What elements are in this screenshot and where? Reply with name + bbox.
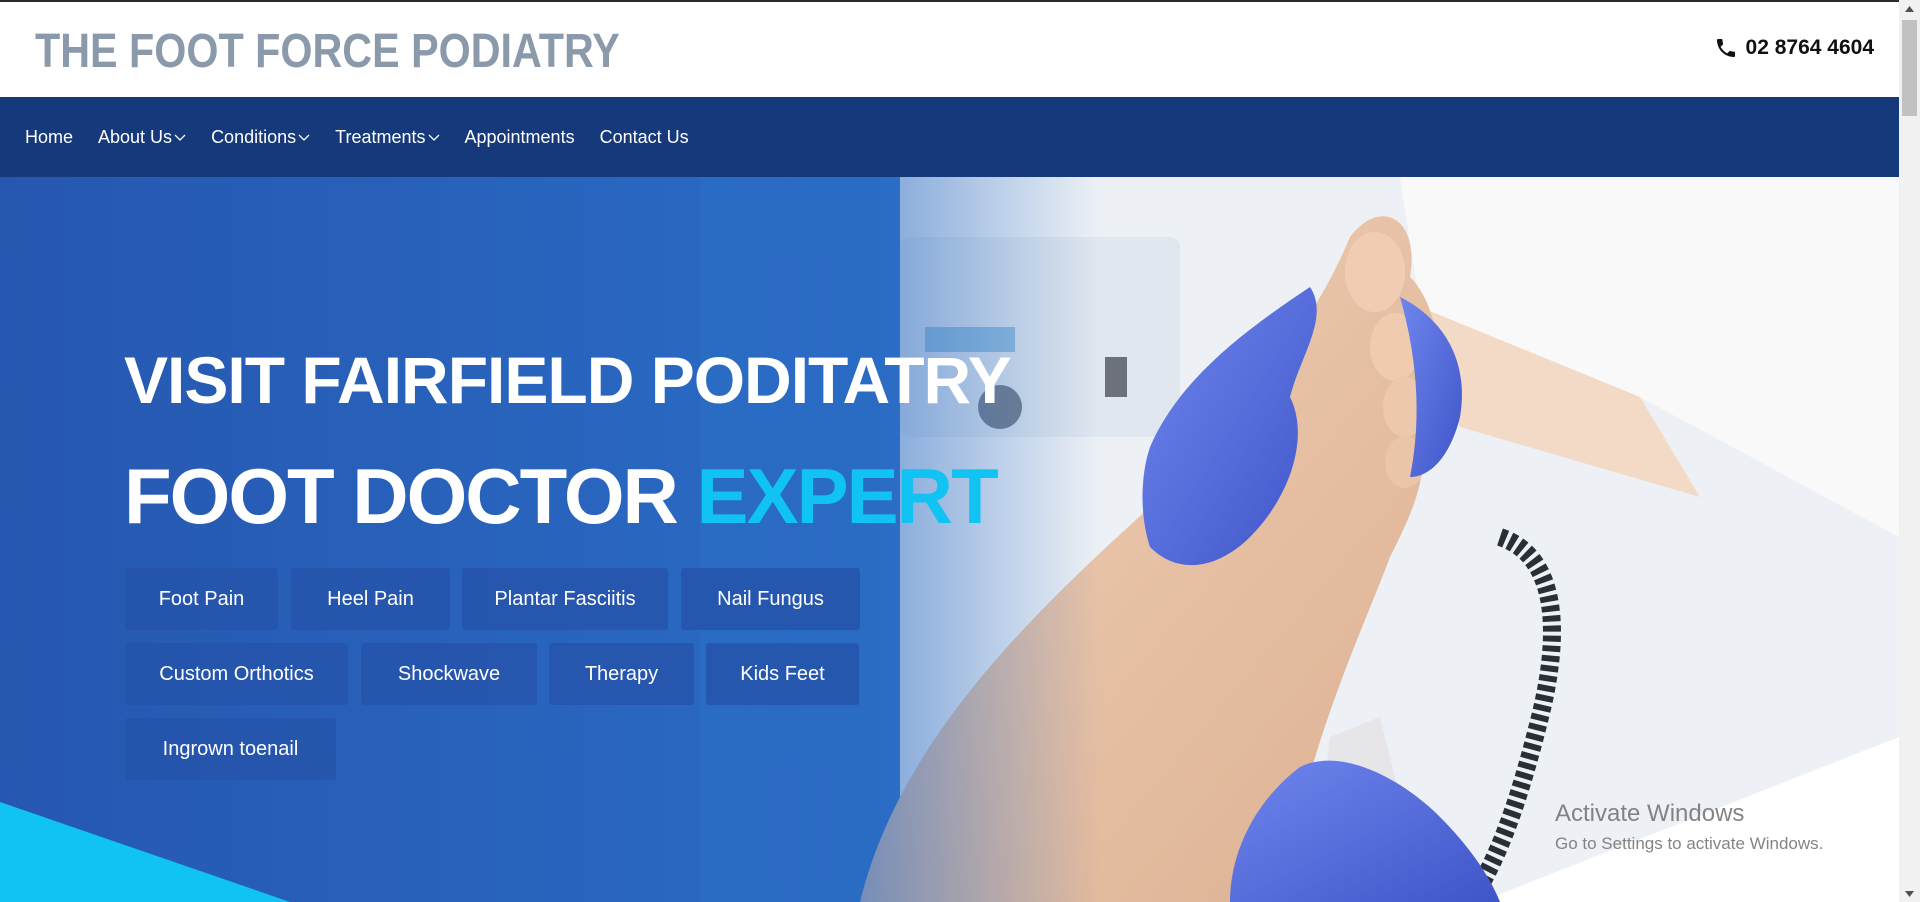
- nav-item-label: Contact Us: [599, 126, 689, 147]
- tag-label: Plantar Fasciitis: [494, 587, 636, 610]
- tag-therapy[interactable]: Therapy: [549, 643, 694, 705]
- chevron-down-icon: [428, 134, 439, 141]
- tag-plantar-fasciitis[interactable]: Plantar Fasciitis: [462, 568, 668, 630]
- nav-item-conditions[interactable]: Conditions: [211, 127, 310, 148]
- main-nav: Home About Us Conditions Treatments Appo…: [0, 97, 1899, 177]
- hero-subheading-accent: EXPERT: [696, 452, 999, 540]
- tag-label: Nail Fungus: [717, 587, 824, 610]
- tag-heel-pain[interactable]: Heel Pain: [291, 568, 450, 630]
- tag-foot-pain[interactable]: Foot Pain: [125, 568, 278, 630]
- watermark-subtitle: Go to Settings to activate Windows.: [1555, 834, 1824, 853]
- scroll-up-arrow-icon[interactable]: [1899, 0, 1920, 17]
- scrollbar-thumb[interactable]: [1902, 20, 1917, 116]
- tag-label: Therapy: [584, 662, 659, 685]
- nav-item-label: Conditions: [211, 126, 297, 147]
- phone-icon: [1716, 39, 1735, 57]
- hero-heading: VISIT FAIRFIELD PODITATRY: [124, 343, 1012, 417]
- nav-item-home[interactable]: Home: [25, 127, 73, 148]
- nav-item-contact-us[interactable]: Contact Us: [600, 127, 689, 148]
- nav-item-about-us[interactable]: About Us: [98, 127, 186, 148]
- nav-item-label: About Us: [98, 126, 173, 147]
- site-logo[interactable]: THE FOOT FORCE PODIATRY: [35, 24, 620, 79]
- hero-subheading: FOOT DOCTOR EXPERT: [124, 451, 999, 542]
- tag-label: Foot Pain: [158, 587, 245, 610]
- tag-label: Ingrown toenail: [162, 737, 299, 760]
- nav-item-label: Treatments: [335, 126, 426, 147]
- hero-banner: VISIT FAIRFIELD PODITATRY FOOT DOCTOR EX…: [0, 177, 1899, 902]
- tag-nail-fungus[interactable]: Nail Fungus: [681, 568, 860, 630]
- watermark-title: Activate Windows: [1555, 800, 1745, 827]
- site-header: THE FOOT FORCE PODIATRY 02 8764 4604: [0, 2, 1899, 97]
- hero-subheading-main: FOOT DOCTOR: [124, 452, 679, 540]
- phone-link[interactable]: 02 8764 4604: [1714, 36, 1874, 60]
- tag-kids-feet[interactable]: Kids Feet: [706, 643, 859, 705]
- tag-label: Custom Orthotics: [159, 662, 314, 685]
- windows-activation-watermark: Activate Windows Go to Settings to activ…: [1555, 800, 1823, 854]
- nav-item-label: Appointments: [464, 126, 575, 147]
- tag-shockwave[interactable]: Shockwave: [361, 643, 537, 705]
- tag-label: Heel Pain: [327, 587, 414, 610]
- tag-label: Shockwave: [397, 662, 501, 685]
- tag-label: Kids Feet: [740, 662, 825, 685]
- tag-custom-orthotics[interactable]: Custom Orthotics: [125, 643, 348, 705]
- nav-item-treatments[interactable]: Treatments: [335, 127, 439, 148]
- chevron-down-icon: [298, 134, 310, 141]
- phone-number: 02 8764 4604: [1745, 36, 1874, 59]
- chevron-down-icon: [174, 134, 186, 141]
- nav-item-appointments[interactable]: Appointments: [465, 127, 575, 148]
- nav-item-label: Home: [25, 126, 74, 147]
- tag-ingrown-toenail[interactable]: Ingrown toenail: [125, 718, 336, 780]
- vertical-scrollbar[interactable]: [1899, 0, 1920, 902]
- scroll-down-arrow-icon[interactable]: [1899, 885, 1920, 902]
